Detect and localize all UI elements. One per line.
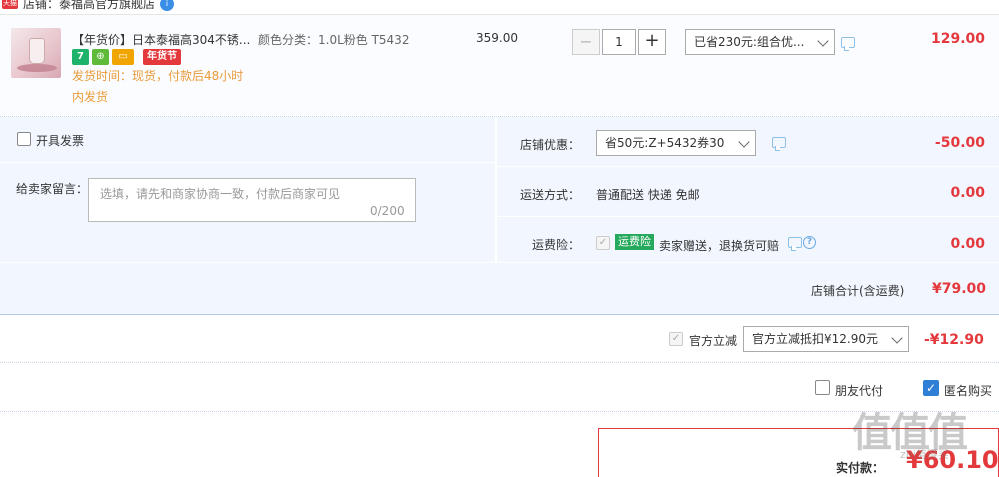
seller-note-label: 给卖家留言： (16, 182, 89, 196)
coupon-select[interactable]: 省50元:Z+5432券30 (596, 130, 756, 156)
quantity-increase-button[interactable]: + (638, 29, 666, 55)
insurance-value: 0.00 (950, 236, 985, 252)
seller-note-placeholder: 选填，请先和商家协商一致，付款后商家可见 (100, 187, 341, 201)
official-discount-checkbox[interactable]: ✓ (669, 332, 683, 346)
official-discount-select-value: 官方立减抵扣¥12.90元 (752, 332, 878, 346)
insurance-text: 卖家赠送，退换货可赔 (659, 239, 780, 253)
anonymous-checkbox[interactable]: ✓ (923, 380, 939, 396)
chat-icon[interactable] (788, 237, 802, 251)
official-discount-select[interactable]: 官方立减抵扣¥12.90元 (743, 326, 909, 352)
official-discount-label: 官方立减 (689, 334, 738, 348)
delivery-time-cont: 内发货 (72, 90, 109, 104)
guarantee-icon: ⊕ (92, 49, 109, 65)
divider (0, 162, 495, 163)
watermark-text: zhi值得买 (900, 448, 949, 461)
help-icon[interactable]: ? (803, 236, 816, 249)
chevron-down-icon (738, 136, 750, 148)
shop-subtotal-value: ¥79.00 (932, 281, 987, 297)
payment-label: 实付款： (836, 461, 885, 475)
coupon-select-value: 省50元:Z+5432券30 (605, 136, 725, 150)
divider (0, 411, 999, 412)
coupon-label: 店铺优惠： (519, 138, 580, 152)
shipping-label: 运送方式： (519, 188, 580, 202)
anonymous-label[interactable]: 匿名购买 (944, 382, 992, 399)
unit-price: 359.00 (476, 31, 518, 45)
insurance-label: 运费险： (531, 238, 580, 252)
shop-name[interactable]: 店铺：泰福高官方旗舰店 (23, 0, 155, 12)
new-year-festival-badge: 年货节 (143, 49, 181, 65)
invoice-label[interactable]: 开具发票 (36, 132, 84, 149)
promotion-select-value: 已省230元:组合优... (694, 35, 805, 49)
seven-day-return-icon: 7 (72, 49, 89, 65)
promotion-select[interactable]: 已省230元:组合优... (685, 29, 835, 55)
tmall-icon: 天猫 (2, 0, 18, 9)
divider (0, 362, 999, 363)
chat-icon[interactable] (772, 137, 786, 151)
chevron-down-icon (817, 35, 829, 47)
invoice-checkbox[interactable] (17, 132, 31, 146)
order-item-row (0, 15, 999, 115)
shop-subtotal-label: 店铺合计(含运费) (811, 284, 905, 298)
quantity-input[interactable]: 1 (602, 29, 636, 55)
insurance-checkbox: ✓ (596, 236, 610, 250)
product-thumbnail[interactable] (11, 28, 61, 78)
chat-icon[interactable] (841, 37, 855, 51)
official-discount-value: -¥12.90 (924, 332, 984, 348)
product-title-link[interactable]: 【年货价】日本泰福高304不锈... (72, 31, 250, 48)
info-icon[interactable]: i (160, 0, 174, 11)
insurance-badge: 运费险 (615, 234, 654, 250)
credit-card-icon: ▭ (112, 49, 134, 65)
item-total: 129.00 (930, 31, 985, 47)
friend-pay-label[interactable]: 朋友代付 (835, 382, 883, 399)
coupon-value: -50.00 (934, 135, 985, 151)
friend-pay-checkbox[interactable] (815, 380, 830, 395)
divider (497, 216, 999, 217)
product-sku: 颜色分类：1.0L粉色 T5432 (258, 33, 410, 47)
shipping-method: 普通配送 快递 免邮 (596, 188, 700, 202)
shipping-value: 0.00 (950, 185, 985, 201)
seller-note-count: 0/200 (370, 204, 405, 218)
chevron-down-icon (891, 332, 903, 344)
divider (497, 166, 999, 167)
quantity-decrease-button[interactable]: − (572, 29, 600, 55)
delivery-time: 发货时间：现货，付款后48小时 (72, 69, 244, 83)
